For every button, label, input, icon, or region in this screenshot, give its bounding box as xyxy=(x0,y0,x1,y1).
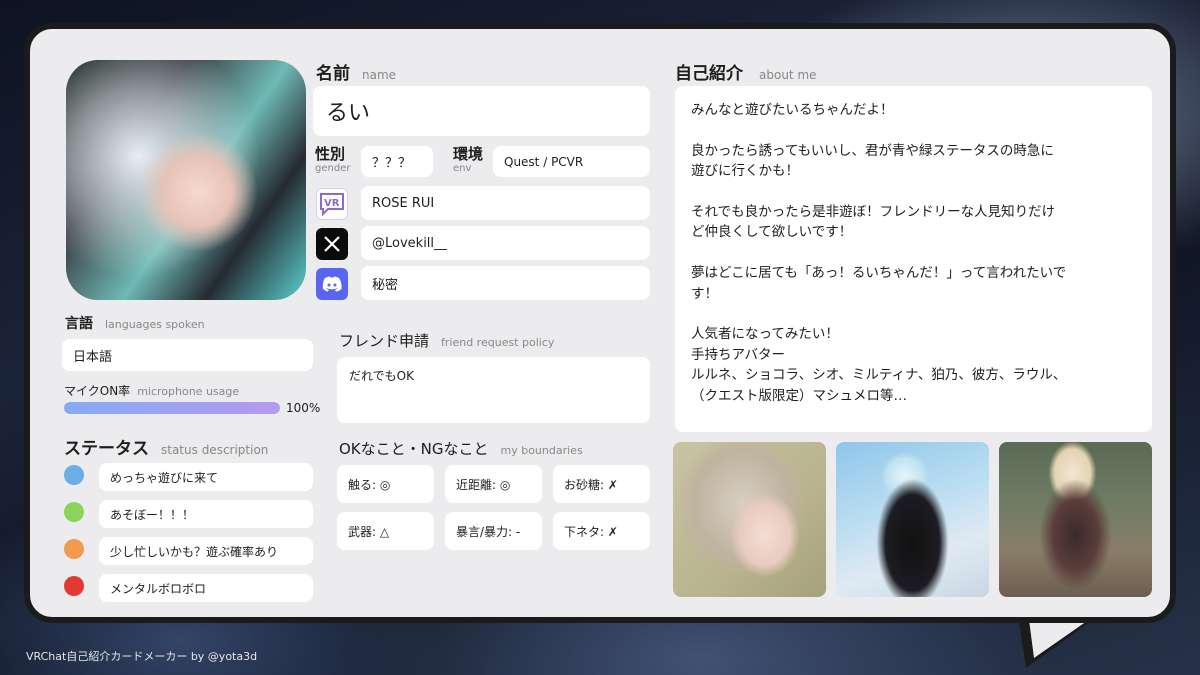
name-label: 名前 xyxy=(316,64,350,84)
about-line xyxy=(691,243,1136,263)
friend-heading: フレンド申請 friend request policy xyxy=(339,330,554,351)
languages-value: 日本語 xyxy=(62,339,313,371)
about-line: 夢はどこに居ても「あっ！るいちゃんだ！」って言われたいで xyxy=(691,265,1067,282)
name-sublabel: name xyxy=(362,68,397,82)
env-label: 環境 xyxy=(453,145,484,163)
svg-text:VR: VR xyxy=(324,198,340,209)
about-line: ど仲良くして欲しいです！ xyxy=(691,224,853,241)
languages-sublabel: languages spoken xyxy=(105,318,205,331)
status-dot-blue xyxy=(64,465,84,485)
mic-heading: マイクON率 microphone usage xyxy=(64,382,239,398)
gender-sublabel: gender xyxy=(315,163,351,174)
friend-sublabel: friend request policy xyxy=(441,336,555,349)
about-line: みんなと遊びたいるちゃんだよ！ xyxy=(691,102,894,118)
about-line xyxy=(691,120,1136,140)
languages-heading: 言語 languages spoken xyxy=(65,313,205,333)
gender-value: ？？？ xyxy=(361,146,433,177)
status-text-blue: めっちゃ遊びに来て xyxy=(99,463,313,491)
credit-text: VRChat自己紹介カードメーカー by @yota3d xyxy=(26,650,258,663)
about-line: 良かったら誘ってもいいし、君が青や緑ステータスの時急に xyxy=(691,142,1054,159)
gender-heading: 性別 gender xyxy=(315,147,350,174)
status-text-red: メンタルボロボロ xyxy=(99,574,313,602)
vrchat-username: ROSE RUI xyxy=(361,186,650,220)
x-username: @Lovekill__ xyxy=(361,226,650,260)
boundary-touch: 触る: ◎ xyxy=(337,465,434,503)
status-text-green: あそぼー！！！ xyxy=(99,500,313,528)
discord-icon xyxy=(316,268,348,300)
avatar-photo-1 xyxy=(673,442,826,597)
avatar-photo-3 xyxy=(999,442,1152,597)
status-dot-green xyxy=(64,502,84,522)
env-sublabel: env xyxy=(453,163,472,174)
about-line: それでも良かったら是非遊ぼ！フレンドリーな人見知りだけ xyxy=(691,204,1056,221)
mic-progress-track xyxy=(64,402,280,414)
about-line: 手持ちアバター xyxy=(691,346,785,363)
boundary-proximity: 近距離: ◎ xyxy=(445,465,542,503)
about-line: ルルネ、ショコラ、シオ、ミルティナ、狛乃、彼方、ラウル、 xyxy=(691,367,1067,384)
about-label: 自己紹介 xyxy=(675,64,743,84)
friend-value: だれでもOK xyxy=(337,357,650,423)
avatar xyxy=(66,60,306,300)
about-line xyxy=(691,182,1136,202)
vrchat-icon: VR xyxy=(316,188,348,220)
name-heading: 名前 name xyxy=(316,59,396,84)
friend-label: フレンド申請 xyxy=(339,332,430,350)
status-sublabel: status description xyxy=(161,443,269,457)
about-text-box: みんなと遊びたいるちゃんだよ！ 良かったら誘ってもいいし、君が青や緑ステータスの… xyxy=(675,86,1152,432)
about-text: みんなと遊びたいるちゃんだよ！ 良かったら誘ってもいいし、君が青や緑ステータスの… xyxy=(691,100,1136,406)
about-line: 人気者になってみたい！ xyxy=(691,326,839,343)
status-text-orange: 少し忙しいかも？遊ぶ確率あり xyxy=(99,537,313,565)
mic-progress-fill xyxy=(64,402,280,414)
gender-label: 性別 xyxy=(315,145,346,163)
boundaries-heading: OKなこと・NGなこと my boundaries xyxy=(339,438,583,459)
status-dot-red xyxy=(64,576,84,596)
avatar-photo-2 xyxy=(836,442,989,597)
mic-sublabel: microphone usage xyxy=(137,385,240,398)
boundaries-sublabel: my boundaries xyxy=(500,444,583,457)
env-heading: 環境 env xyxy=(453,147,483,174)
about-line: （クエスト版限定）マシュメロ等… xyxy=(691,387,907,404)
about-line: す！ xyxy=(691,285,718,302)
mic-percent: 100% xyxy=(286,401,321,415)
about-line: 遊びに行くかも！ xyxy=(691,163,799,180)
status-dot-orange xyxy=(64,539,84,559)
x-logo-icon xyxy=(316,228,348,260)
boundaries-label: OKなこと・NGなこと xyxy=(339,440,489,458)
boundary-sugar: お砂糖: ✗ xyxy=(553,465,650,503)
mic-label: マイクON率 xyxy=(64,384,131,398)
about-line xyxy=(691,304,1136,324)
name-value: るい xyxy=(313,86,650,136)
boundary-violence: 暴言/暴力: - xyxy=(445,512,542,550)
status-heading: ステータス status description xyxy=(64,434,268,459)
boundary-dirty-jokes: 下ネタ: ✗ xyxy=(553,512,650,550)
about-sublabel: about me xyxy=(759,68,817,82)
boundary-weapons: 武器: △ xyxy=(337,512,434,550)
env-value: Quest / PCVR xyxy=(493,146,650,177)
languages-label: 言語 xyxy=(65,316,93,332)
about-heading: 自己紹介 about me xyxy=(675,59,817,84)
profile-card: 名前 name るい 性別 gender ？？？ 環境 env Quest / P… xyxy=(24,23,1176,623)
status-label: ステータス xyxy=(64,439,149,459)
discord-username: 秘密 xyxy=(361,266,650,300)
